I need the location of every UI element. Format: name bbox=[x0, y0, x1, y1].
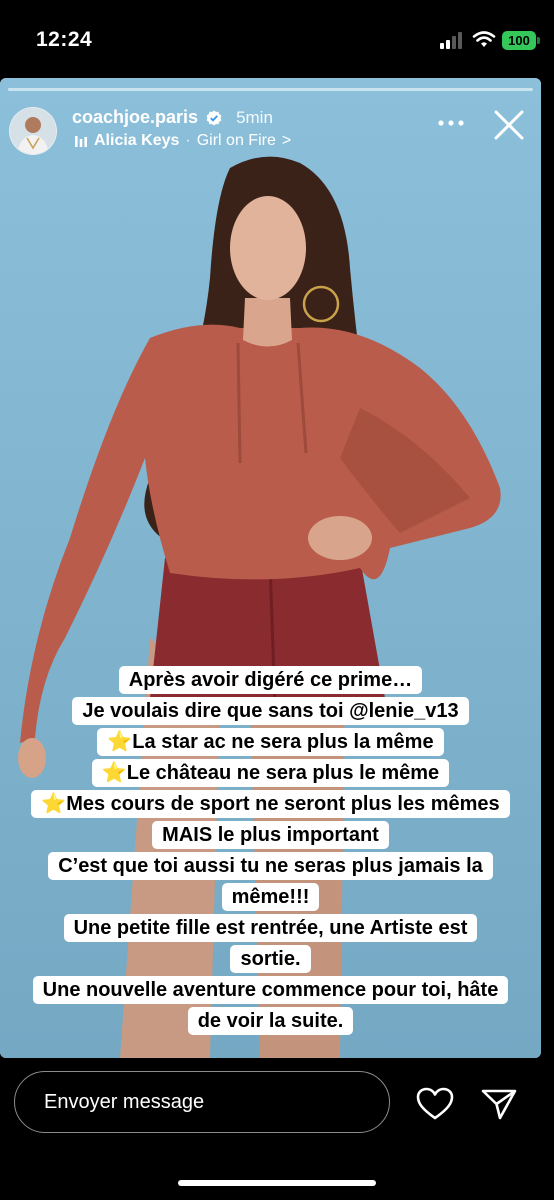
battery-tip bbox=[537, 37, 540, 44]
music-artist: Alicia Keys bbox=[94, 132, 180, 149]
caption-line: sortie. bbox=[230, 945, 311, 973]
music-song: Girl on Fire bbox=[196, 132, 276, 149]
send-icon[interactable] bbox=[480, 1087, 518, 1121]
home-indicator bbox=[178, 1180, 376, 1186]
caption-line: Après avoir digéré ce prime… bbox=[118, 666, 423, 694]
caption-line: C’est que toi aussi tu ne seras plus jam… bbox=[48, 852, 493, 880]
chevron-right-icon: > bbox=[281, 132, 292, 149]
caption-line: ⭐Mes cours de sport ne seront plus les m… bbox=[31, 790, 510, 818]
story-header: coachjoe.paris 5min bbox=[72, 107, 273, 128]
music-separator: · bbox=[185, 132, 191, 149]
battery-icon: 100 bbox=[502, 31, 536, 50]
verified-badge-icon bbox=[206, 110, 222, 125]
status-time: 12:24 bbox=[36, 28, 93, 51]
caption-line: ⭐La star ac ne sera plus la même bbox=[97, 728, 444, 756]
username[interactable]: coachjoe.paris bbox=[72, 107, 198, 128]
caption-line: même!!! bbox=[221, 883, 320, 911]
reply-bar bbox=[0, 1058, 554, 1200]
message-input[interactable] bbox=[14, 1071, 390, 1133]
caption-line: ⭐Le château ne sera plus le même bbox=[91, 759, 450, 787]
caption-line: Une nouvelle aventure commence pour toi,… bbox=[32, 976, 509, 1004]
caption-line: Une petite fille est rentrée, une Artist… bbox=[63, 914, 478, 942]
story-caption: Après avoir digéré ce prime… Je voulais … bbox=[0, 666, 541, 1038]
status-bar: 12:24 100 bbox=[0, 0, 554, 80]
heart-icon[interactable] bbox=[416, 1087, 454, 1121]
story-timestamp: 5min bbox=[236, 107, 273, 127]
caption-line: Je voulais dire que sans toi @lenie_v13 bbox=[72, 697, 469, 725]
story-progress-bar bbox=[8, 88, 533, 91]
caption-line: MAIS le plus important bbox=[152, 821, 389, 849]
story-card[interactable]: coachjoe.paris 5min Alicia Keys · Girl o… bbox=[0, 78, 541, 1058]
cellular-signal-icon bbox=[440, 31, 466, 49]
music-attribution[interactable]: Alicia Keys · Girl on Fire > bbox=[74, 132, 291, 150]
wifi-icon bbox=[472, 31, 496, 47]
avatar[interactable] bbox=[9, 107, 57, 155]
more-dots-icon[interactable] bbox=[436, 116, 466, 130]
close-icon[interactable] bbox=[492, 108, 526, 142]
caption-line: de voir la suite. bbox=[187, 1007, 354, 1035]
equalizer-icon bbox=[75, 136, 87, 147]
